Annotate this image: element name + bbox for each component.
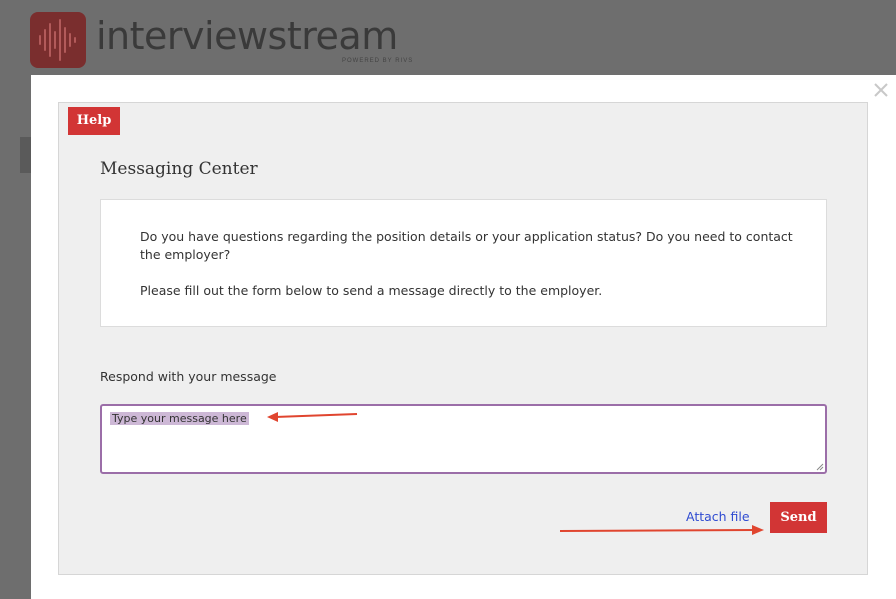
message-textarea[interactable]: Type your message here [100,404,827,474]
attach-file-link[interactable]: Attach file [686,509,750,524]
message-placeholder: Type your message here [110,412,249,425]
help-button[interactable]: Help [68,107,120,135]
page-title: Messaging Center [100,159,258,179]
logo-waveform-icon [30,12,86,68]
send-button[interactable]: Send [770,502,827,533]
info-box: Do you have questions regarding the posi… [100,199,827,327]
info-paragraph-1: Do you have questions regarding the posi… [140,229,793,262]
brand-tagline: POWERED BY RIVS [342,58,414,64]
close-icon[interactable] [870,79,892,101]
info-paragraph-2: Please fill out the form below to send a… [140,283,603,298]
message-label: Respond with your message [100,369,277,384]
brand-name: interviewstream [96,14,398,58]
messaging-modal: Help Messaging Center Do you have questi… [31,75,896,599]
resize-grip-icon[interactable] [816,463,824,471]
messaging-panel: Help Messaging Center Do you have questi… [58,102,868,575]
